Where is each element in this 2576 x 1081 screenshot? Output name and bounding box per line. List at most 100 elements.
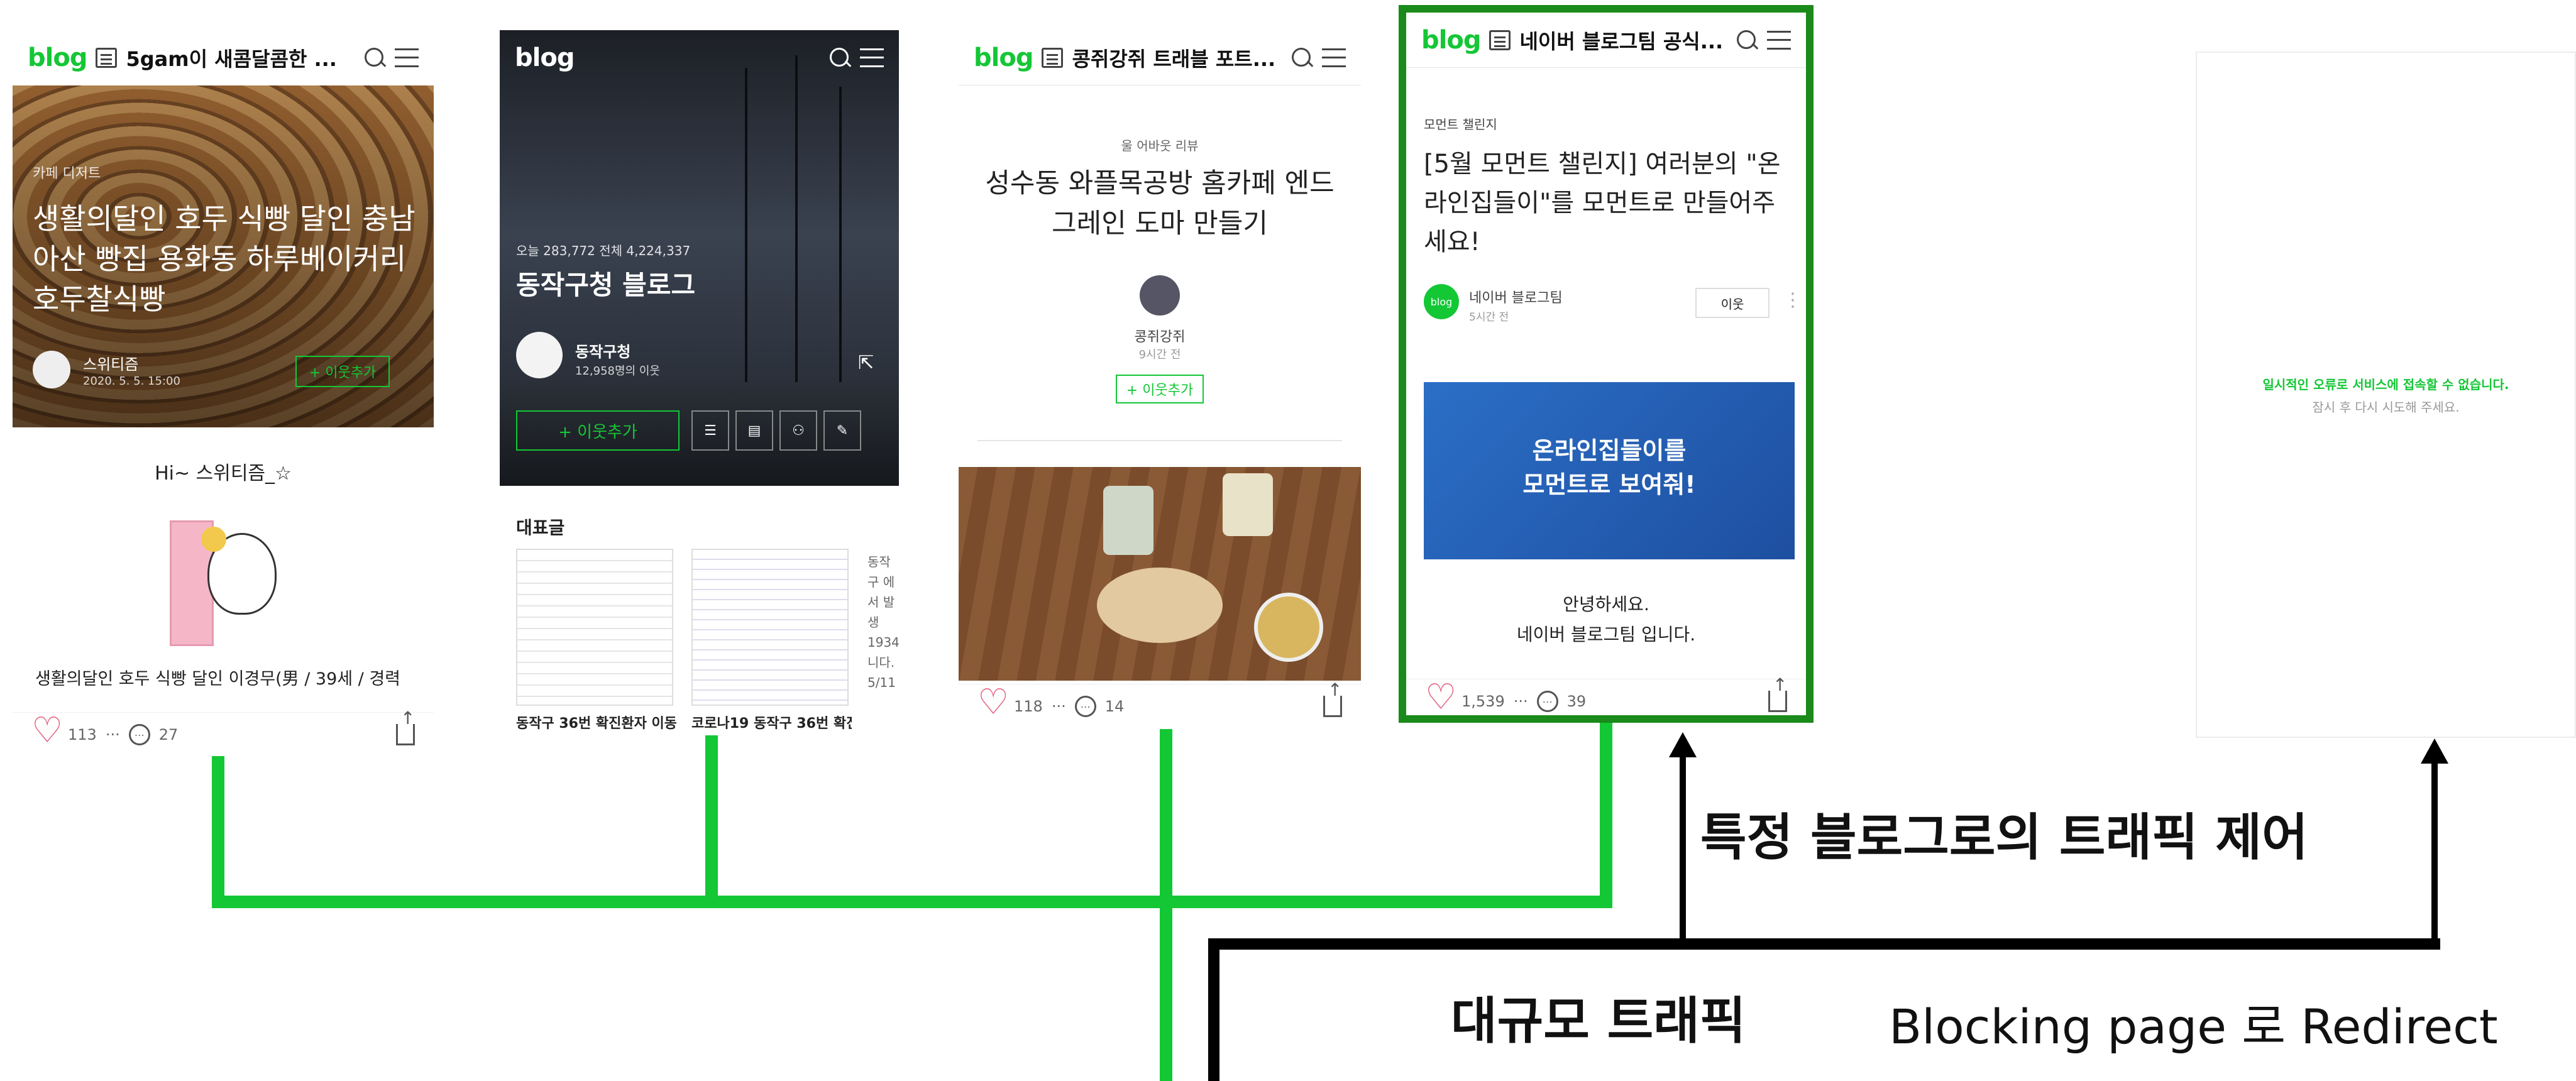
menu-icon[interactable] xyxy=(860,48,884,67)
traffic-bus-line xyxy=(212,896,1612,908)
author-name[interactable]: 동작구청 xyxy=(575,339,630,361)
search-icon[interactable] xyxy=(828,47,851,69)
share-icon[interactable] xyxy=(1323,679,1342,717)
blog-name[interactable]: 동작구청 블로그 xyxy=(516,264,695,302)
comment-icon[interactable]: … xyxy=(1536,690,1558,712)
comment-icon[interactable]: … xyxy=(128,723,150,745)
more-dots: ··· xyxy=(105,725,120,744)
divider xyxy=(977,440,1342,441)
blog-title[interactable]: 네이버 블로그팀 공식... xyxy=(1519,26,1727,55)
search-icon[interactable] xyxy=(363,47,386,69)
comment-count: 39 xyxy=(1566,692,1587,710)
follow-button[interactable]: + 이웃추가 xyxy=(295,356,390,387)
more-options-icon[interactable]: ⋮ xyxy=(1783,289,1802,311)
arrow-up-icon xyxy=(1669,732,1697,757)
menu-icon[interactable] xyxy=(395,48,419,67)
more-dots: ··· xyxy=(1051,697,1066,715)
post-category: 모먼트 챌린지 xyxy=(1424,117,1497,132)
heart-icon[interactable] xyxy=(1425,680,1456,715)
post-title-1[interactable]: 동작구 36번 확진환자 이동 xyxy=(516,712,676,732)
document-icon xyxy=(1489,30,1511,50)
panel-topbar: blog 5gam이 새콤달콤한 ... xyxy=(13,30,434,85)
document-icon xyxy=(96,48,118,68)
blog-logo[interactable]: blog xyxy=(1421,26,1481,55)
avatar xyxy=(516,332,563,378)
traffic-line-panel-1 xyxy=(212,756,224,908)
follow-button[interactable]: 이웃 xyxy=(1695,288,1770,318)
post-title[interactable]: [5월 모먼트 챌린지] 여러분의 "온라인집들이"를 모먼트로 만들어주세요! xyxy=(1424,145,1795,261)
list-icon[interactable]: ☰ xyxy=(691,410,729,451)
share-icon[interactable] xyxy=(1768,674,1787,712)
body-greeting: 안녕하세요. xyxy=(1563,594,1649,615)
search-icon[interactable] xyxy=(1736,29,1758,52)
menu-icon[interactable] xyxy=(1767,30,1791,50)
heart-icon[interactable] xyxy=(977,685,1009,720)
people-icon[interactable]: ⚇ xyxy=(779,410,817,451)
blog-title[interactable]: 5gam이 새콤달콤한 ... xyxy=(126,43,355,72)
post-title[interactable]: 생활의달인 호두 식빵 달인 충남 아산 빵집 용화동 하루베이커리 호두찰식빵 xyxy=(33,199,422,319)
control-line-vertical xyxy=(1208,938,1219,1081)
traffic-diagram: blog 5gam이 새콤달콤한 ... 카페 디저트 생활의달인 호두 식빵 … xyxy=(0,0,2576,1081)
arrow-up-icon xyxy=(2421,738,2448,764)
post-excerpt: 생활의달인 호두 식빵 달인 이경무(男 / 39세 / 경력 xyxy=(35,669,401,689)
error-message: 일시적인 오류로 서비스에 접속할 수 없습니다. xyxy=(2262,377,2509,392)
moment-banner[interactable]: 온라인집들이를 모먼트로 보여줘! xyxy=(1424,382,1795,559)
blog-logo[interactable]: blog xyxy=(515,43,575,72)
blog-panel-travel: blog 콩쥐강쥐 트래블 포트... 울 어바웃 리뷰 성수동 와플목공방 홈… xyxy=(959,30,1361,728)
post-thumb-1[interactable] xyxy=(516,549,673,706)
arrow-shaft-to-blocking-page xyxy=(2431,760,2438,943)
blog-logo[interactable]: blog xyxy=(974,43,1033,72)
heart-icon[interactable] xyxy=(31,713,63,749)
coffee-photo xyxy=(959,467,1361,681)
greeting-text: Hi~ 스위티즘_☆ xyxy=(155,463,292,485)
comment-icon[interactable]: … xyxy=(1074,695,1096,717)
section-title: 대표글 xyxy=(516,517,565,538)
post-date: 2020. 5. 5. 15:00 xyxy=(83,375,180,388)
guestbook-icon[interactable]: ▤ xyxy=(735,410,773,451)
panel-topbar: blog xyxy=(500,30,899,85)
share-icon[interactable] xyxy=(396,708,415,745)
menu-icon[interactable] xyxy=(1322,48,1346,67)
blog-logo[interactable]: blog xyxy=(28,43,87,72)
arrow-shaft-to-panel-4 xyxy=(1680,754,1686,943)
document-icon xyxy=(1042,47,1064,68)
comment-count: 27 xyxy=(158,725,179,744)
post-title[interactable]: 성수동 와플목공방 홈카페 엔드 그레인 도마 만들기 xyxy=(977,163,1342,244)
write-icon[interactable]: ✎ xyxy=(823,410,861,451)
follow-button[interactable]: + 이웃추가 xyxy=(1116,375,1204,403)
visitor-stats: 오늘 283,772 전체 4,224,337 xyxy=(516,243,691,258)
naver-avatar: blog xyxy=(1424,284,1459,319)
banner-line-2: 모먼트로 보여줘! xyxy=(1522,471,1696,498)
reaction-bar: 118 ··· … 14 xyxy=(959,679,1361,728)
author-name[interactable]: 네이버 블로그팀 xyxy=(1469,287,1563,307)
body-intro: 네이버 블로그팀 입니다. xyxy=(1516,624,1696,645)
blog-title[interactable]: 콩쥐강쥐 트래블 포트... xyxy=(1072,43,1282,72)
blog-panel-bakery: blog 5gam이 새콤달콤한 ... 카페 디저트 생활의달인 호두 식빵 … xyxy=(13,30,434,756)
post-category: 카페 디저트 xyxy=(33,166,101,182)
reaction-bar: 113 ··· … 27 xyxy=(13,708,434,756)
blocking-page: 일시적인 오류로 서비스에 접속할 수 없습니다. 잠시 후 다시 시도해 주세… xyxy=(2196,52,2576,738)
follow-button[interactable]: + 이웃추가 xyxy=(516,410,680,451)
panel-topbar: blog 콩쥐강쥐 트래블 포트... xyxy=(959,30,1361,85)
like-count: 1,539 xyxy=(1461,692,1505,710)
traffic-line-panel-2 xyxy=(705,735,718,908)
author-name[interactable]: 콩쥐강쥐 xyxy=(959,326,1361,346)
traffic-control-label: 특정 블로그로의 트래픽 제어 xyxy=(1700,808,2308,867)
large-traffic-label: 대규모 트래픽 xyxy=(1451,992,1746,1050)
more-dots: ··· xyxy=(1513,692,1528,710)
share-icon[interactable]: ⇱ xyxy=(858,352,874,374)
error-retry-message: 잠시 후 다시 시도해 주세요. xyxy=(2312,400,2460,415)
post-category: 울 어바웃 리뷰 xyxy=(1121,138,1199,153)
like-count: 118 xyxy=(1014,697,1043,715)
search-icon[interactable] xyxy=(1291,47,1313,69)
post-snippet: 동작구 에서 발생 1934 니다. 5/11 xyxy=(867,554,899,690)
follower-count: 12,958명의 이웃 xyxy=(575,365,660,378)
control-line-horizontal xyxy=(1208,938,2440,950)
character-illustration xyxy=(157,508,283,652)
post-title-2[interactable]: 코로나19 동작구 36번 확진 xyxy=(691,712,852,732)
avatar xyxy=(33,351,70,388)
author-name[interactable]: 스위티즘 xyxy=(83,352,138,374)
blog-panel-naver-official: blog 네이버 블로그팀 공식... 모먼트 챌린지 [5월 모먼트 챌린지]… xyxy=(1399,5,1814,723)
reaction-bar: 1,539 ··· … 39 xyxy=(1406,674,1806,715)
post-thumb-2[interactable] xyxy=(691,549,849,706)
